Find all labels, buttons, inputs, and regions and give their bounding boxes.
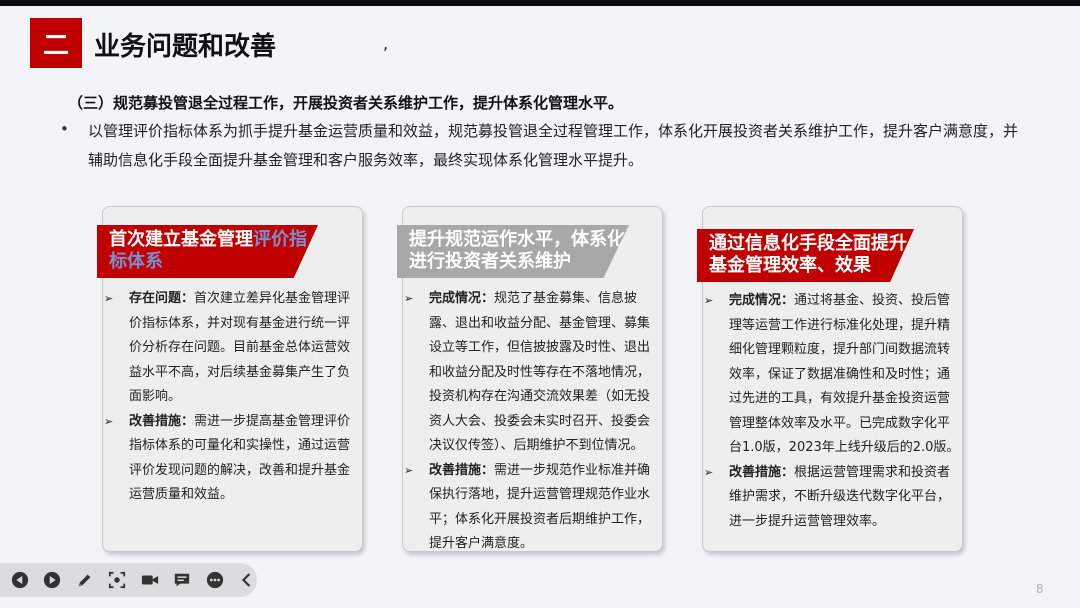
page-number: 8 [1036, 582, 1044, 596]
list-item: ➢ 存在问题：首次建立差异化基金管理评价指标体系，并对现有基金进行统一评价分析存… [104, 287, 360, 410]
comment-icon[interactable] [173, 570, 193, 590]
item-text: 规范了基金募集、信息披露、退出和收益分配、基金管理、募集设立等工作，但信披披露及… [429, 291, 651, 453]
list-item: ➢ 改善措施：需进一步规范作业标准并确保执行落地，提升运营管理规范作业水平；体系… [404, 459, 662, 557]
intro-bullet: • [60, 120, 69, 138]
list-item: ➢ 改善措施：需进一步提高基金管理评价指标体系的可量化和实操性，通过运营评价发现… [104, 410, 360, 508]
subheading: （三）规范募投管退全过程工作，开展投资者关系维护工作，提升体系化管理水平。 [68, 94, 624, 112]
item-label: 完成情况： [429, 291, 495, 306]
arrow-bullet-icon: ➢ [404, 463, 414, 477]
top-bar [0, 0, 1080, 6]
camera-icon[interactable] [140, 570, 160, 590]
card-standard-operation-title: 提升规范运作水平，体系化进行投资者关系维护 [397, 225, 629, 278]
arrow-bullet-icon: ➢ [404, 292, 414, 305]
item-label: 完成情况： [729, 293, 795, 308]
arrow-bullet-icon: ➢ [104, 414, 114, 428]
section-number-badge: 二 [30, 18, 82, 68]
more-icon[interactable] [205, 570, 225, 590]
pen-icon[interactable] [75, 570, 95, 590]
screenshot-icon[interactable] [108, 570, 128, 590]
arrow-bullet-icon: ➢ [704, 465, 714, 479]
list-item: ➢ 改善措施：根据运营管理需求和投资者维护需求，不断升级迭代数字化平台，进一步提… [704, 461, 962, 535]
prev-icon[interactable] [10, 570, 30, 590]
card-evaluation-body: ➢ 存在问题：首次建立差异化基金管理评价指标体系，并对现有基金进行统一评价分析存… [104, 287, 360, 508]
presentation-toolbar [0, 563, 257, 597]
card-evaluation-title: 首次建立基金管理评价指标体系 [97, 225, 318, 278]
arrow-bullet-icon: ➢ [104, 292, 114, 305]
item-label: 改善措施： [729, 464, 795, 480]
item-label: 改善措施： [129, 413, 195, 429]
collapse-icon[interactable] [238, 570, 258, 590]
item-text: 首次建立差异化基金管理评价指标体系，并对现有基金进行统一评价分析存在问题。目前基… [129, 291, 351, 404]
card-digitalization-body: ➢ 完成情况：通过将基金、投资、投后管理等运营工作进行标准化处理，提升精细化管理… [704, 289, 962, 534]
card-digitalization-title: 通过信息化手段全面提升基金管理效率、效果 [697, 229, 914, 282]
arrow-bullet-icon: ➢ [704, 294, 714, 307]
next-icon[interactable] [43, 570, 63, 590]
section-title: 业务问题和改善 [94, 32, 277, 62]
item-text: 通过将基金、投资、投后管理等运营工作进行标准化处理，提升精细化管理颗粒度，提升部… [729, 293, 960, 455]
item-label: 存在问题： [129, 291, 195, 306]
list-item: ➢ 完成情况：规范了基金募集、信息披露、退出和收益分配、基金管理、募集设立等工作… [404, 287, 662, 459]
card-standard-operation-body: ➢ 完成情况：规范了基金募集、信息披露、退出和收益分配、基金管理、募集设立等工作… [404, 287, 662, 557]
card-evaluation-title-main: 首次建立基金管理 [109, 229, 253, 250]
stray-mark: , [383, 34, 389, 53]
intro-paragraph: 以管理评价指标体系为抓手提升基金运营质量和效益，规范募投管退全过程管理工作，体系… [88, 122, 1019, 169]
list-item: ➢ 完成情况：通过将基金、投资、投后管理等运营工作进行标准化处理，提升精细化管理… [704, 289, 962, 461]
item-label: 改善措施： [429, 462, 495, 478]
